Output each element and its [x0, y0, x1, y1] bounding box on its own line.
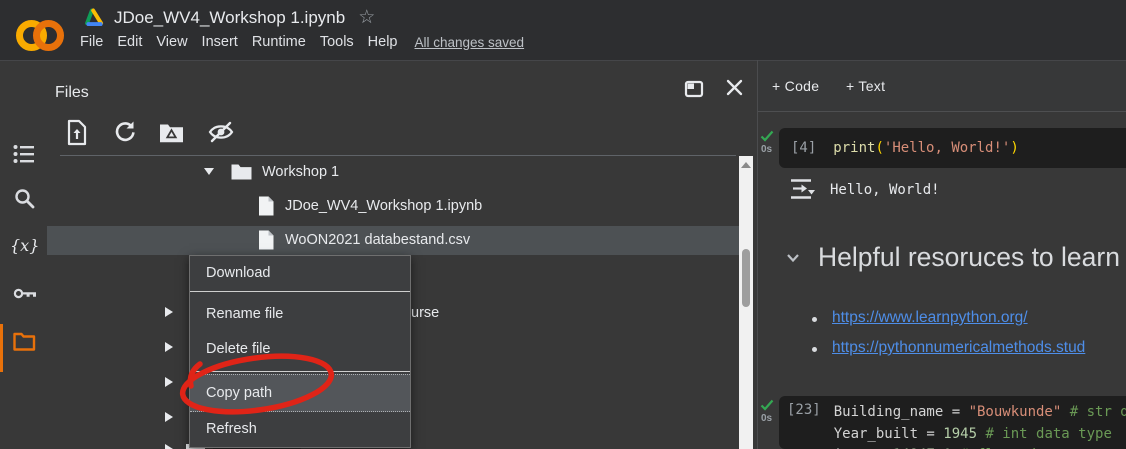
token-function: print: [833, 140, 875, 156]
check-icon: [760, 130, 774, 142]
expand-arrow-icon[interactable]: [165, 377, 173, 387]
colab-logo-right-ring: [33, 20, 64, 51]
code-line: Area = 14847.0 # float data type: [834, 445, 1126, 449]
code-line: Building_name = "Bouwkunde" # str data t…: [834, 402, 1126, 424]
context-menu-refresh[interactable]: Refresh: [190, 412, 410, 447]
files-scrollbar[interactable]: [739, 156, 753, 449]
add-text-button[interactable]: + Text: [846, 78, 885, 94]
section-collapse-chevron-icon[interactable]: [786, 253, 800, 263]
left-sidebar: {x}: [0, 60, 47, 449]
file-icon: [258, 230, 274, 250]
collapse-arrow-icon[interactable]: [204, 168, 214, 175]
token-plain: Year_built =: [834, 426, 944, 442]
tree-folder-label[interactable]: Workshop 1: [262, 164, 339, 180]
expand-arrow-icon[interactable]: [165, 444, 173, 449]
link-learnpython[interactable]: https://www.learnpython.org/: [832, 309, 1028, 327]
exec-time: 0s: [761, 144, 780, 155]
context-menu-rename-file[interactable]: Rename file: [190, 297, 410, 332]
secrets-key-icon[interactable]: [13, 285, 38, 302]
hide-hidden-files-icon[interactable]: [207, 120, 235, 144]
top-header: JDoe_WV4_Workshop 1.ipynb ☆ File Edit Vi…: [0, 0, 1126, 61]
files-panel-title: Files: [55, 84, 89, 102]
menu-insert[interactable]: Insert: [202, 34, 238, 50]
toolbar-divider: [60, 155, 736, 156]
expand-arrow-icon[interactable]: [165, 307, 173, 317]
active-tab-indicator: [0, 324, 3, 372]
cell-output-text: Hello, World!: [830, 182, 940, 198]
add-code-button[interactable]: + Code: [772, 78, 819, 94]
title-row: JDoe_WV4_Workshop 1.ipynb ☆: [84, 6, 375, 29]
menu-help[interactable]: Help: [368, 34, 398, 50]
menu-view[interactable]: View: [156, 34, 187, 50]
tree-label-fragment[interactable]: urse: [411, 305, 439, 321]
token-comment: # int data type: [977, 426, 1112, 442]
menu-bar: File Edit View Insert Runtime Tools Help…: [80, 34, 524, 50]
output-icon[interactable]: [789, 178, 817, 200]
menu-divider: [190, 291, 410, 292]
tree-file-label[interactable]: JDoe_WV4_Workshop 1.ipynb: [285, 198, 482, 214]
code-block[interactable]: Building_name = "Bouwkunde" # str data t…: [834, 402, 1126, 449]
tree-file-label-selected[interactable]: WoON2021 databestand.csv: [285, 232, 470, 248]
table-of-contents-icon[interactable]: [13, 144, 35, 164]
markdown-heading: Helpful resoruces to learn: [818, 242, 1120, 273]
panel-divider[interactable]: [757, 60, 758, 449]
search-icon[interactable]: [13, 187, 36, 210]
context-menu-copy-path[interactable]: Copy path: [190, 374, 410, 412]
exec-time: 0s: [761, 413, 780, 424]
bullet-dot: [812, 347, 817, 352]
notebook-title[interactable]: JDoe_WV4_Workshop 1.ipynb: [114, 8, 345, 28]
exec-count: [4]: [791, 140, 816, 156]
drive-icon: [84, 8, 105, 27]
context-menu-download[interactable]: Download: [190, 256, 410, 291]
token-comment: # str data type: [1061, 404, 1126, 420]
menu-divider: [190, 371, 410, 372]
token-plain: Building_name =: [834, 404, 969, 420]
file-icon: [258, 196, 274, 216]
exec-count: [23]: [787, 402, 821, 449]
link-pythonnumericalmethods[interactable]: https://pythonnumericalmethods.stud: [832, 339, 1085, 357]
scrollbar-thumb[interactable]: [742, 249, 750, 307]
code-line: Year_built = 1945 # int data type: [834, 424, 1126, 446]
menu-runtime[interactable]: Runtime: [252, 34, 306, 50]
code-line[interactable]: print('Hello, World!'): [833, 140, 1018, 156]
token-number: 1945: [943, 426, 977, 442]
token-string: "Bouwkunde": [969, 404, 1062, 420]
files-folder-icon[interactable]: [13, 332, 36, 351]
menu-edit[interactable]: Edit: [117, 34, 142, 50]
variables-icon[interactable]: {x}: [10, 236, 39, 255]
scrollbar-up-arrow-icon[interactable]: [741, 162, 751, 168]
check-icon: [760, 399, 774, 411]
star-icon[interactable]: ☆: [358, 6, 375, 29]
notebook-toolbar: + Code + Text: [758, 61, 1126, 112]
mount-drive-icon[interactable]: [159, 122, 184, 143]
code-cell[interactable]: [4] print('Hello, World!'): [779, 128, 1126, 168]
context-menu-delete-file[interactable]: Delete file: [190, 332, 410, 367]
code-cell[interactable]: [23] Building_name = "Bouwkunde" # str d…: [779, 396, 1126, 449]
colab-logo-icon[interactable]: [16, 12, 64, 46]
menu-tools[interactable]: Tools: [320, 34, 354, 50]
open-in-tab-icon[interactable]: [684, 79, 704, 99]
folder-icon: [231, 163, 252, 180]
cell-gutter: 0s: [758, 397, 780, 449]
cell-gutter: 0s: [758, 128, 780, 168]
menu-file[interactable]: File: [80, 34, 103, 50]
file-context-menu: Download Rename file Delete file Copy pa…: [189, 255, 411, 448]
colab-window: JDoe_WV4_Workshop 1.ipynb ☆ File Edit Vi…: [0, 0, 1126, 449]
bullet-dot: [812, 317, 817, 322]
save-status[interactable]: All changes saved: [415, 35, 525, 50]
expand-arrow-icon[interactable]: [165, 412, 173, 422]
expand-arrow-icon[interactable]: [165, 342, 173, 352]
token-paren: (: [875, 140, 883, 156]
upload-file-icon[interactable]: [66, 119, 88, 146]
token-string: 'Hello, World!': [884, 140, 1010, 156]
token-paren: ): [1010, 140, 1018, 156]
refresh-icon[interactable]: [113, 120, 137, 145]
close-panel-icon[interactable]: [725, 78, 744, 97]
